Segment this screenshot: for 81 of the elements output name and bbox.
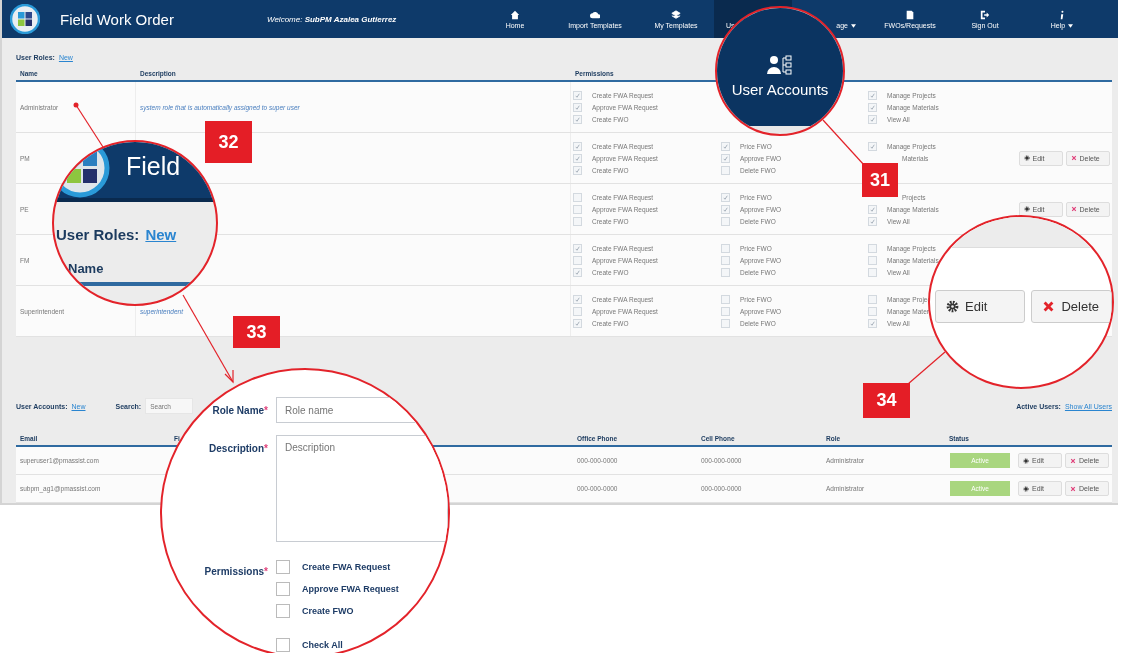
- checkbox[interactable]: [721, 243, 730, 253]
- checkbox[interactable]: [868, 255, 877, 265]
- checkbox[interactable]: [276, 638, 290, 652]
- close-icon: [1070, 155, 1077, 161]
- checkbox[interactable]: [721, 318, 730, 328]
- checkbox[interactable]: [868, 216, 877, 226]
- callout-number: 34: [863, 383, 910, 418]
- check-all-label: Check All: [302, 640, 343, 650]
- checkbox[interactable]: [573, 255, 582, 265]
- checkbox[interactable]: [721, 306, 730, 316]
- leader-line: [822, 119, 865, 166]
- gear-icon: [1023, 457, 1029, 464]
- checkbox[interactable]: [868, 102, 877, 112]
- permission-label: Create FWA Request: [302, 562, 391, 572]
- checkbox[interactable]: [721, 141, 730, 151]
- callout-number: 31: [862, 163, 898, 197]
- gear-icon: [946, 300, 959, 313]
- checkbox[interactable]: [573, 165, 582, 175]
- gear-icon: [1023, 206, 1030, 212]
- checkbox[interactable]: [573, 153, 582, 163]
- permission-label: Create FWO: [302, 606, 354, 616]
- checkbox[interactable]: [573, 204, 582, 214]
- gear-icon: [1023, 485, 1029, 492]
- checkbox[interactable]: [573, 306, 582, 316]
- nav-item-label: User Accounts: [731, 81, 829, 98]
- checkbox[interactable]: [573, 192, 582, 202]
- checkbox[interactable]: [573, 243, 582, 253]
- logo-icon: [10, 4, 40, 34]
- app-title: Field: [126, 151, 181, 181]
- checkbox[interactable]: [721, 192, 730, 202]
- close-icon: [1070, 485, 1076, 492]
- checkbox[interactable]: [868, 114, 877, 124]
- edit-button[interactable]: Edit: [935, 290, 1026, 323]
- gear-icon: [1023, 155, 1030, 161]
- checkbox[interactable]: [868, 294, 877, 304]
- column-header: Name: [67, 261, 105, 276]
- callout-number: 32: [205, 121, 252, 163]
- checkbox[interactable]: [721, 294, 730, 304]
- field-label: Description*: [209, 442, 268, 454]
- checkbox[interactable]: [868, 90, 877, 100]
- checkbox[interactable]: [868, 267, 877, 277]
- checkbox[interactable]: [276, 604, 290, 618]
- sign-out-icon: [980, 9, 990, 20]
- checkbox[interactable]: [276, 582, 290, 596]
- close-icon: [1070, 206, 1077, 212]
- layers-icon: [671, 9, 681, 20]
- checkbox[interactable]: [721, 165, 730, 175]
- checkbox[interactable]: [868, 318, 877, 328]
- checkbox[interactable]: [573, 318, 582, 328]
- delete-button[interactable]: Delete: [1031, 290, 1112, 323]
- checkbox[interactable]: [721, 153, 730, 163]
- document-icon: [905, 9, 915, 20]
- app-title: Field Work Order: [60, 10, 175, 28]
- checkbox[interactable]: [573, 216, 582, 226]
- checkbox[interactable]: [721, 267, 730, 277]
- checkbox[interactable]: [868, 204, 877, 214]
- checkbox[interactable]: [868, 243, 877, 253]
- checkbox[interactable]: [721, 255, 730, 265]
- field-label: Role Name*: [212, 404, 268, 416]
- checkbox[interactable]: [276, 560, 290, 574]
- checkbox[interactable]: [573, 141, 582, 151]
- home-icon: [510, 9, 520, 20]
- checkbox[interactable]: [573, 267, 582, 277]
- checkbox[interactable]: [573, 90, 582, 100]
- checkbox[interactable]: [573, 102, 582, 112]
- checkbox[interactable]: [868, 141, 877, 151]
- welcome-text: Welcome: SubPM Azalea Gutierrez: [267, 14, 398, 24]
- cloud-icon: [590, 9, 600, 20]
- description-field[interactable]: Description: [276, 435, 448, 542]
- close-icon: [1070, 457, 1076, 464]
- checkbox[interactable]: [721, 204, 730, 214]
- field-label: Permissions*: [204, 565, 268, 579]
- checkbox[interactable]: [573, 294, 582, 304]
- callout-number: 33: [233, 316, 280, 348]
- user-hierarchy-icon: [767, 55, 793, 75]
- checkbox[interactable]: [868, 306, 877, 316]
- checkbox[interactable]: [721, 216, 730, 226]
- close-icon: [1042, 300, 1056, 313]
- permission-label: Approve FWA Request: [302, 584, 399, 594]
- checkbox[interactable]: [573, 114, 582, 124]
- section-title: User Roles:: [56, 226, 140, 243]
